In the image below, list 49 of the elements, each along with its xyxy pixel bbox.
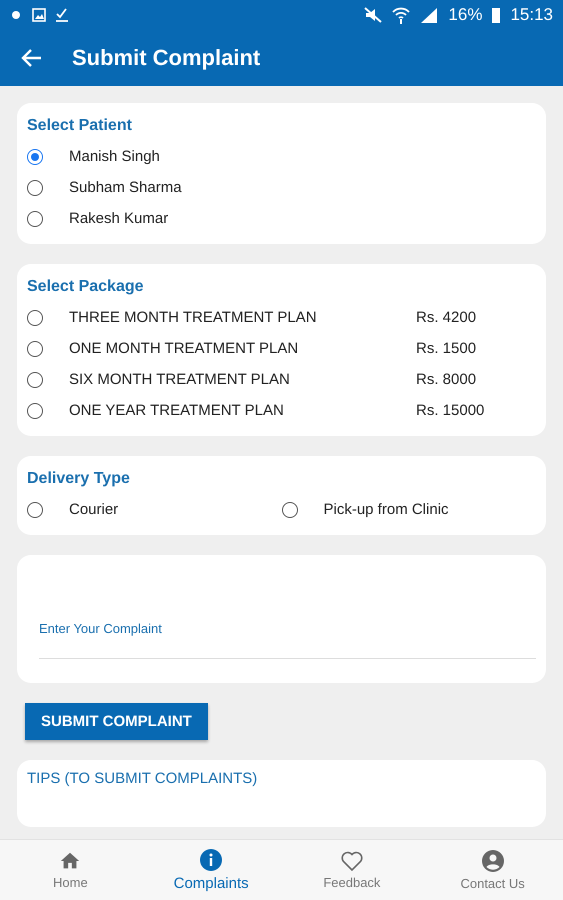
info-icon	[199, 848, 224, 872]
mute-icon	[364, 7, 382, 23]
package-name: SIX MONTH TREATMENT PLAN	[69, 371, 290, 388]
radio-button[interactable]	[27, 402, 43, 418]
package-price: Rs. 1500	[416, 340, 478, 357]
package-name: ONE MONTH TREATMENT PLAN	[69, 340, 298, 357]
patient-name: Rakesh Kumar	[69, 210, 168, 227]
nav-tab[interactable]: Home	[0, 840, 141, 900]
package-price: Rs. 8000	[416, 371, 478, 388]
patient-name: Subham Sharma	[69, 179, 182, 196]
nav-tab[interactable]: Complaints	[140, 840, 282, 900]
screen-title: Submit Complaint	[72, 45, 260, 71]
package-name: THREE MONTH TREATMENT PLAN	[69, 309, 317, 326]
image-icon	[32, 8, 46, 22]
battery-percentage: 16%	[448, 5, 482, 25]
nav-label: Feedback	[323, 875, 380, 890]
package-price: Rs. 15000	[416, 402, 486, 419]
section-title: Select Patient	[27, 117, 133, 135]
radio-button[interactable]	[282, 502, 298, 518]
battery-icon	[492, 7, 500, 23]
section-title: Select Package	[27, 278, 145, 296]
radio-button[interactable]	[27, 180, 43, 196]
nav-tab[interactable]: Feedback	[282, 840, 422, 900]
radio-button[interactable]	[27, 340, 43, 356]
nav-label: Home	[53, 875, 88, 890]
radio-button[interactable]	[27, 310, 43, 326]
package-name: ONE YEAR TREATMENT PLAN	[69, 402, 284, 419]
patient-name: Manish Singh	[69, 148, 160, 165]
account-icon	[480, 849, 505, 873]
nav-label: Contact Us	[460, 876, 525, 891]
signal-icon	[420, 7, 438, 23]
delivery-option: Courier	[69, 501, 118, 518]
nav-label: Complaints	[174, 875, 249, 892]
radio-button[interactable]	[27, 372, 43, 388]
tips-title: TIPS (TO SUBMIT COMPLAINTS)	[27, 770, 258, 787]
radio-button[interactable]	[27, 502, 43, 518]
nav-tab[interactable]: Contact Us	[422, 840, 563, 900]
delivery-option: Pick-up from Clinic	[324, 501, 449, 518]
package-price: Rs. 4200	[416, 309, 478, 326]
wifi-icon	[392, 6, 410, 24]
check-icon	[56, 8, 69, 22]
back-icon[interactable]	[20, 48, 42, 68]
radio-button[interactable]	[27, 148, 43, 164]
radio-button[interactable]	[27, 210, 43, 226]
complaint-field[interactable]: Enter Your Complaint	[17, 555, 546, 683]
heart-icon	[340, 850, 364, 872]
submit-button[interactable]: SUBMIT COMPLAINT	[25, 703, 208, 740]
clock: 15:13	[510, 5, 553, 25]
section-title: Delivery Type	[27, 470, 131, 488]
